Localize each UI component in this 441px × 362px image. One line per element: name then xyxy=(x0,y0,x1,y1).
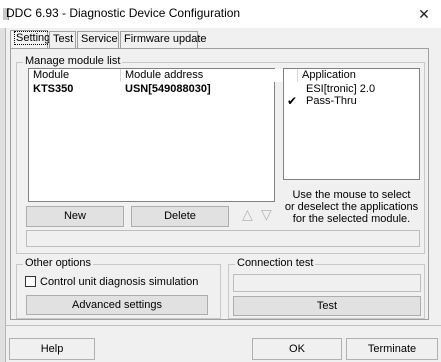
left-edge-strip xyxy=(0,28,6,362)
ok-button[interactable]: OK xyxy=(252,338,342,360)
move-up-icon[interactable]: △ xyxy=(242,206,253,223)
new-button[interactable]: New xyxy=(26,206,124,227)
checkmark-icon: ✔ xyxy=(287,94,298,108)
help-button[interactable]: Help xyxy=(9,338,95,360)
footer-divider xyxy=(6,325,441,326)
hint-line: Use the mouse to select xyxy=(292,189,411,201)
module-status-field xyxy=(26,230,420,247)
connection-status-field xyxy=(233,274,421,292)
module-address-cell: USN[549088030] xyxy=(125,83,211,95)
hint-line: or deselect the applications xyxy=(284,201,419,213)
column-application[interactable]: Application xyxy=(298,69,419,82)
manage-module-list-legend: Manage module list xyxy=(23,55,123,67)
test-button[interactable]: Test xyxy=(233,296,421,316)
tab-settings[interactable]: Settings xyxy=(10,30,58,49)
close-icon[interactable]: ✕ xyxy=(407,0,441,28)
simulation-checkbox[interactable] xyxy=(25,276,36,287)
application-list-header: Application xyxy=(284,69,419,82)
delete-button[interactable]: Delete xyxy=(131,206,229,227)
table-row[interactable]: KTS350 USN[549088030] xyxy=(29,83,274,95)
application-name: Pass-Thru xyxy=(306,95,357,107)
list-item[interactable]: ESI[tronic] 2.0 xyxy=(284,83,419,95)
column-module-address[interactable]: Module address xyxy=(121,69,291,82)
module-cell: KTS350 xyxy=(33,83,74,95)
move-down-icon[interactable]: ▽ xyxy=(261,206,272,223)
connection-test-legend: Connection test xyxy=(235,257,316,269)
column-module[interactable]: Module xyxy=(29,69,121,82)
application-hint: Use the mouse to select or deselect the … xyxy=(283,189,420,225)
list-item[interactable]: ✔ Pass-Thru xyxy=(284,95,419,107)
terminate-button[interactable]: Terminate xyxy=(346,338,438,360)
other-options-legend: Other options xyxy=(23,257,94,269)
application-name: ESI[tronic] 2.0 xyxy=(306,83,376,95)
module-list-header: Module Module address xyxy=(29,69,291,82)
tab-test[interactable]: Test xyxy=(49,31,76,48)
advanced-settings-button[interactable]: Advanced settings xyxy=(26,295,208,315)
column-check xyxy=(284,69,298,82)
hint-line: for the selected module. xyxy=(292,213,411,225)
simulation-checkbox-label[interactable]: Control unit diagnosis simulation xyxy=(40,276,198,288)
window-title: DDC 6.93 - Diagnostic Device Configurati… xyxy=(6,6,241,20)
module-list[interactable]: Module Module address KTS350 USN[5490880… xyxy=(28,68,291,202)
tab-firmware-update[interactable]: Firmware update xyxy=(120,31,207,48)
title-bar: DDC 6.93 - Diagnostic Device Configurati… xyxy=(0,0,441,28)
tab-service[interactable]: Service xyxy=(77,31,119,48)
application-list[interactable]: Application ESI[tronic] 2.0 ✔ Pass-Thru xyxy=(283,68,420,180)
